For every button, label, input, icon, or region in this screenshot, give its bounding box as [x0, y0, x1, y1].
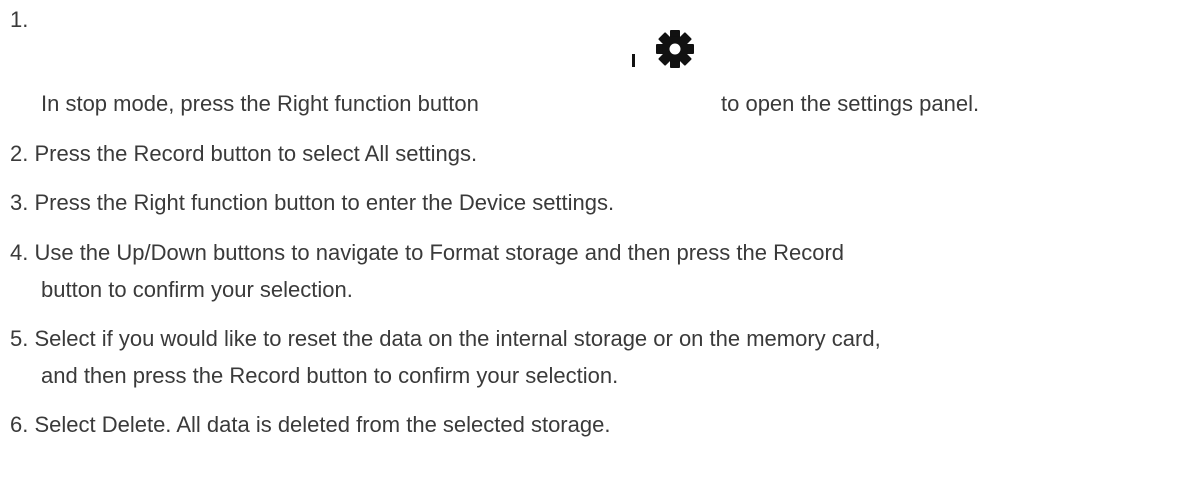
- step-5-text-continued: and then press the Record button to conf…: [41, 363, 619, 388]
- instruction-list: 1. In stop mode, press the Right functio…: [0, 0, 1180, 495]
- step-5-text: 5. Select if you would like to reset the…: [10, 326, 881, 351]
- step-1-text: In stop mode, press the Right function b…: [41, 91, 479, 116]
- step-4-text: 4. Use the Up/Down buttons to navigate t…: [10, 240, 845, 265]
- step-1-number: 1.: [10, 7, 29, 32]
- step-3-text: 3. Press the Right function button to en…: [10, 190, 615, 215]
- step-2-text: 2. Press the Record button to select All…: [10, 141, 478, 166]
- step-6-text: 6. Select Delete. All data is deleted fr…: [10, 412, 611, 437]
- step-1-text-continued: to open the settings panel.: [721, 91, 980, 116]
- gear-icon: [628, 20, 708, 100]
- step-4-text-continued: button to confirm your selection.: [41, 277, 353, 302]
